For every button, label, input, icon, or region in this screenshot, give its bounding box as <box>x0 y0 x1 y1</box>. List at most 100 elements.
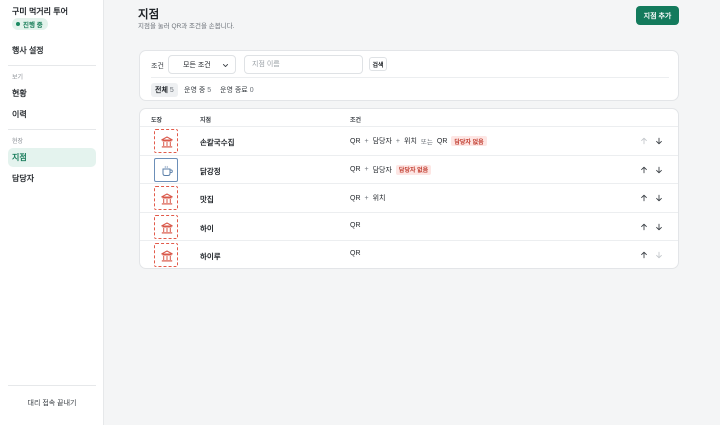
tab-count: 5 <box>207 86 212 94</box>
building-icon <box>161 250 173 262</box>
arrow-down-icon <box>656 166 662 173</box>
location-name: 맛집 <box>200 195 214 205</box>
condition-summary: QR <box>350 222 361 229</box>
condition-select-value: 모든 조건 <box>183 61 211 69</box>
no-manager-badge: 담당자 없음 <box>395 164 432 175</box>
sidebar-divider <box>8 129 96 130</box>
building-icon <box>161 193 173 205</box>
tab-count: 0 <box>249 86 254 94</box>
building-icon <box>161 136 173 148</box>
tab-all[interactable]: 전체 5 <box>151 83 178 97</box>
sidebar-item-locations[interactable]: 지점 <box>8 148 96 167</box>
sidebar-group-field: 현장 <box>12 139 24 145</box>
condition-summary: QR + 담당자 + 위치 또는 QR 담당자 없음 <box>350 136 487 146</box>
stamp-thumbnail[interactable] <box>154 157 178 182</box>
tab-closed[interactable]: 운영 종료 0 <box>216 83 258 97</box>
move-down-button[interactable] <box>654 165 664 175</box>
condition-label: 조건 <box>151 63 164 70</box>
stamp-thumbnail[interactable] <box>154 243 178 268</box>
table-row[interactable]: 맛집 QR + 위치 <box>140 184 678 213</box>
sidebar-item-status[interactable]: 현황 <box>8 84 96 103</box>
arrow-down-icon <box>656 252 662 259</box>
search-button[interactable]: 검색 <box>369 57 387 71</box>
arrow-up-icon <box>641 223 647 231</box>
locations-table: 도장 지점 조건 손칼국수집 QR + 담당자 + 위치 또는 QR 담당자 없… <box>139 108 679 269</box>
condition-qr: QR <box>350 221 361 229</box>
column-condition: 조건 <box>350 118 362 124</box>
end-proxy-access-button[interactable]: 대리 접속 끝내기 <box>8 394 96 412</box>
sidebar-group-view: 보기 <box>12 75 24 81</box>
sidebar-item-settings[interactable]: 행사 설정 <box>8 41 96 60</box>
stamp-thumbnail[interactable] <box>154 129 178 153</box>
condition-summary: QR + 위치 <box>350 193 385 203</box>
no-manager-badge: 담당자 없음 <box>451 136 487 146</box>
table-row[interactable]: 손칼국수집 QR + 담당자 + 위치 또는 QR 담당자 없음 <box>140 127 678 156</box>
move-down-button[interactable] <box>654 222 664 232</box>
move-up-button[interactable] <box>639 250 649 260</box>
condition-select[interactable]: 모든 조건 <box>168 55 236 74</box>
chevron-down-icon <box>222 63 229 68</box>
condition-or: 또는 <box>420 139 433 146</box>
arrow-up-icon <box>641 252 647 259</box>
condition-manager: 담당자 <box>372 138 392 145</box>
condition-qr: QR <box>350 194 361 202</box>
condition-qr: QR <box>350 137 361 145</box>
tab-count: 5 <box>169 86 174 94</box>
condition-position: 위치 <box>404 138 417 145</box>
condition-plus: + <box>364 194 369 202</box>
arrow-down-icon <box>656 223 662 231</box>
arrow-up-icon <box>641 166 647 173</box>
column-location: 지점 <box>200 118 212 124</box>
arrow-up-icon <box>641 194 647 202</box>
move-up-button[interactable] <box>639 193 649 203</box>
condition-summary: QR <box>350 250 361 257</box>
move-up-button[interactable] <box>639 165 649 175</box>
condition-qr: QR <box>350 250 361 258</box>
sidebar-divider <box>8 65 96 66</box>
condition-manager: 담당자 <box>372 166 392 174</box>
move-down-button[interactable] <box>654 193 664 203</box>
stamp-thumbnail[interactable] <box>154 214 178 239</box>
sidebar: 구미 먹거리 투어 진행 중 행사 설정 보기 현황 이력 현장 지점 담당자 … <box>0 0 104 425</box>
move-down-button[interactable] <box>654 250 664 260</box>
sidebar-divider <box>8 385 96 386</box>
arrow-up-icon <box>641 137 647 145</box>
move-up-button[interactable] <box>639 222 649 232</box>
condition-summary: QR + 담당자 담당자 없음 <box>350 164 432 175</box>
add-location-button[interactable]: 지점 추가 <box>636 6 679 25</box>
tab-label: 전체 <box>155 87 168 94</box>
location-name: 손칼국수집 <box>200 138 235 147</box>
table-row[interactable]: 하이루 QR <box>140 241 678 268</box>
table-row[interactable]: 하이 QR <box>140 213 678 242</box>
arrow-down-icon <box>656 137 662 145</box>
location-name: 닭강정 <box>200 166 221 176</box>
event-name: 구미 먹거리 투어 <box>12 7 68 16</box>
sidebar-item-history[interactable]: 이력 <box>8 105 96 124</box>
condition-plus: + <box>364 137 369 145</box>
condition-position: 위치 <box>372 195 386 203</box>
table-row[interactable]: 닭강정 QR + 담당자 담당자 없음 <box>140 156 678 185</box>
status-badge: 진행 중 <box>12 18 48 30</box>
status-dot-icon <box>16 22 20 26</box>
condition-plus: + <box>364 166 369 174</box>
sidebar-item-managers[interactable]: 담당자 <box>8 169 96 188</box>
stamp-thumbnail[interactable] <box>154 186 178 211</box>
tab-active[interactable]: 운영 중 5 <box>180 83 215 97</box>
cup-icon <box>162 165 173 176</box>
condition-plus: + <box>395 137 401 145</box>
arrow-down-icon <box>656 194 662 202</box>
column-stamp: 도장 <box>151 118 163 124</box>
building-icon <box>161 222 173 234</box>
status-text: 진행 중 <box>23 22 43 29</box>
page-subtitle: 지점을 눌러 QR과 조건을 손봅니다. <box>138 23 235 30</box>
tab-label: 운영 종료 <box>220 87 248 94</box>
condition-qr: QR <box>436 137 448 145</box>
tab-label: 운영 중 <box>184 87 206 94</box>
condition-qr: QR <box>350 166 361 174</box>
table-header: 도장 지점 조건 <box>140 109 678 127</box>
location-name: 하이 <box>200 223 214 233</box>
filter-divider <box>151 77 669 78</box>
location-name-input[interactable] <box>244 55 363 74</box>
move-up-button[interactable] <box>639 136 649 146</box>
move-down-button[interactable] <box>654 136 664 146</box>
